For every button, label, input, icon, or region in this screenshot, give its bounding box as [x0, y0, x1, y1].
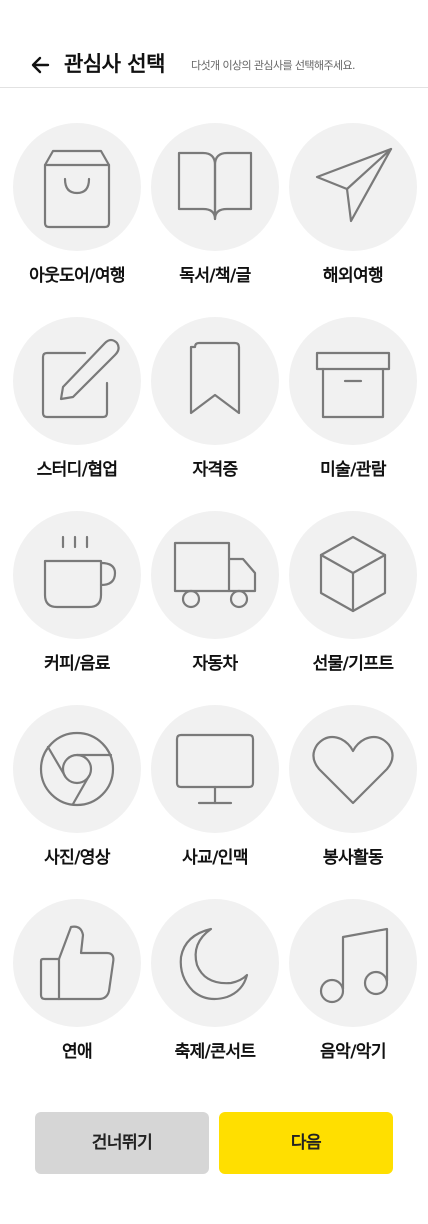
edit-icon	[41, 338, 120, 419]
interest-tile-volunteer[interactable]: 봉사활동	[284, 700, 422, 894]
interest-tile-circle	[13, 899, 141, 1027]
interest-tile-social[interactable]: 사교/인맥	[146, 700, 284, 894]
interest-tile-circle	[151, 899, 279, 1027]
interest-tile-circle	[13, 705, 141, 833]
interest-label: 연애	[61, 1042, 93, 1062]
skip-button[interactable]: 건너뛰기	[35, 1112, 209, 1174]
next-button[interactable]: 다음	[219, 1112, 393, 1174]
interest-tile-circle	[13, 123, 141, 251]
interest-label: 자동차	[192, 654, 238, 674]
interest-tile-art[interactable]: 미술/관람	[284, 312, 422, 506]
cube-icon	[319, 535, 387, 613]
page-title: 관심사 선택	[64, 52, 165, 76]
thumbs-up-icon	[39, 925, 115, 1001]
header: 관심사 선택 다섯개 이상의 관심사를 선택해주세요.	[0, 0, 428, 88]
interest-tile-festival-concert[interactable]: 축제/콘서트	[146, 894, 284, 1088]
interest-label: 해외여행	[322, 266, 384, 286]
music-note-icon	[319, 927, 389, 1004]
interest-label: 아웃도어/여행	[29, 266, 125, 286]
interest-tile-coffee[interactable]: 커피/음료	[8, 506, 146, 700]
back-arrow-icon[interactable]	[28, 51, 56, 79]
moon-icon	[179, 927, 249, 1001]
page-subtitle: 다섯개 이상의 관심사를 선택해주세요.	[191, 59, 356, 72]
interest-label: 스터디/협업	[36, 460, 118, 480]
interest-label: 사진/영상	[44, 848, 110, 868]
interest-label: 미술/관람	[320, 460, 386, 480]
interest-tile-circle	[13, 317, 141, 445]
interest-tile-circle	[151, 123, 279, 251]
interest-tile-overseas-travel[interactable]: 해외여행	[284, 118, 422, 312]
interest-tile-circle	[289, 317, 417, 445]
coffee-cup-icon	[43, 535, 117, 609]
interest-label: 독서/책/글	[179, 266, 251, 286]
paper-plane-icon	[315, 147, 393, 223]
interest-label: 사교/인맥	[182, 848, 248, 868]
interest-tile-circle	[151, 317, 279, 445]
archive-box-icon	[315, 351, 391, 419]
interest-tile-circle	[289, 123, 417, 251]
open-book-icon	[177, 151, 253, 221]
interest-label: 선물/기프트	[312, 654, 394, 674]
interest-label: 커피/음료	[44, 654, 110, 674]
interest-tile-music[interactable]: 음악/악기	[284, 894, 422, 1088]
interest-tile-circle	[151, 511, 279, 639]
shopping-bag-icon	[43, 149, 111, 229]
interest-label: 음악/악기	[320, 1042, 386, 1062]
bookmark-icon	[189, 341, 241, 415]
interest-tile-circle	[289, 899, 417, 1027]
interest-tile-dating[interactable]: 연애	[8, 894, 146, 1088]
interest-tile-photo-video[interactable]: 사진/영상	[8, 700, 146, 894]
truck-icon	[173, 541, 257, 609]
interest-label: 자격증	[192, 460, 238, 480]
interest-tile-reading[interactable]: 독서/책/글	[146, 118, 284, 312]
interest-tile-outdoor-travel[interactable]: 아웃도어/여행	[8, 118, 146, 312]
interest-tile-circle	[289, 511, 417, 639]
interest-tile-circle	[151, 705, 279, 833]
interest-tile-car[interactable]: 자동차	[146, 506, 284, 700]
interest-tile-certificate[interactable]: 자격증	[146, 312, 284, 506]
monitor-icon	[175, 733, 255, 805]
interest-label: 축제/콘서트	[174, 1042, 256, 1062]
interest-label: 봉사활동	[322, 848, 384, 868]
heart-icon	[312, 735, 394, 805]
chrome-icon	[39, 731, 115, 807]
interest-tile-circle	[13, 511, 141, 639]
interest-tile-gift[interactable]: 선물/기프트	[284, 506, 422, 700]
interest-tile-study[interactable]: 스터디/협업	[8, 312, 146, 506]
interest-tile-circle	[289, 705, 417, 833]
